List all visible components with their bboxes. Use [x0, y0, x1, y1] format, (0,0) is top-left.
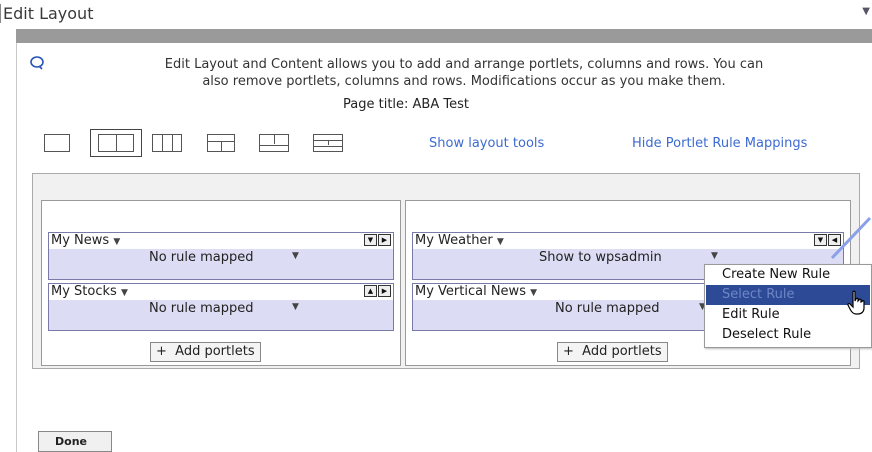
move-up-icon[interactable]: ▲ — [364, 285, 377, 297]
add-portlets-label: Add portlets — [582, 344, 662, 359]
hand-cursor-icon — [847, 290, 865, 315]
portlet-my-news: My News ▼ ▼ ▶ No rule mapped ▼ — [48, 232, 394, 280]
rule-chevron-icon[interactable]: ▼ — [711, 251, 718, 261]
window-title: Edit Layout — [0, 4, 93, 23]
done-button[interactable]: Done — [38, 431, 112, 452]
add-portlets-button[interactable]: + Add portlets — [557, 342, 668, 362]
callout-arrow — [830, 216, 872, 260]
page-title: Page title: ABA Test — [343, 97, 469, 112]
rule-band: No rule mapped ▼ — [49, 300, 393, 330]
portlet-menu-chevron-icon[interactable]: ▼ — [530, 288, 537, 298]
portlet-header: My News ▼ ▼ ▶ — [49, 233, 393, 249]
portlet-header: My Vertical News ▼ — [413, 284, 711, 300]
portlet-menu-chevron-icon[interactable]: ▼ — [121, 288, 128, 298]
info-message: Edit Layout and Content allows you to ad… — [64, 56, 864, 90]
move-right-icon[interactable]: ▶ — [378, 234, 391, 246]
portlet-my-stocks: My Stocks ▼ ▲ ▶ No rule mapped ▼ — [48, 283, 394, 331]
rule-band: No rule mapped ▼ — [413, 300, 711, 330]
header-band — [16, 29, 872, 43]
portlet-title: My Vertical News — [415, 284, 526, 299]
portlet-title: My Weather — [415, 233, 493, 248]
portlet-menu-chevron-icon[interactable]: ▼ — [113, 237, 120, 247]
portlet-header: My Stocks ▼ ▲ ▶ — [49, 284, 393, 300]
rule-value[interactable]: No rule mapped — [149, 250, 254, 265]
info-line-2: also remove portlets, columns and rows. … — [202, 74, 726, 89]
layout-top-two-column-icon[interactable] — [207, 134, 235, 152]
info-line-1: Edit Layout and Content allows you to ad… — [164, 57, 764, 72]
show-layout-tools-link[interactable]: Show layout tools — [429, 136, 544, 151]
collapse-chevron-icon[interactable]: ▼ — [862, 6, 870, 17]
portlet-title: My News — [51, 233, 110, 248]
portlet-title: My Stocks — [51, 284, 117, 299]
menu-item-deselect-rule[interactable]: Deselect Rule — [706, 325, 870, 345]
plus-icon: + — [563, 344, 574, 359]
hide-rule-mappings-link[interactable]: Hide Portlet Rule Mappings — [632, 136, 807, 151]
rule-chevron-icon[interactable]: ▼ — [292, 302, 299, 312]
portlet-menu-chevron-icon[interactable]: ▼ — [497, 237, 504, 247]
layout-split-row-icon[interactable] — [313, 134, 343, 152]
rule-value[interactable]: No rule mapped — [149, 301, 254, 316]
rule-value[interactable]: Show to wpsadmin — [539, 250, 662, 265]
layout-two-row-icon[interactable] — [259, 134, 289, 152]
title-bar: Edit Layout ▼ — [0, 0, 872, 28]
rule-value[interactable]: No rule mapped — [555, 301, 660, 316]
layout-three-column-icon[interactable] — [152, 134, 182, 152]
add-portlets-button[interactable]: + Add portlets — [150, 342, 261, 362]
layout-one-column-icon[interactable] — [44, 134, 70, 152]
add-portlets-label: Add portlets — [175, 344, 255, 359]
menu-item-create-new-rule[interactable]: Create New Rule — [706, 265, 870, 285]
column-left: My News ▼ ▼ ▶ No rule mapped ▼ My Stocks… — [41, 200, 401, 366]
move-right-icon[interactable]: ▶ — [378, 285, 391, 297]
plus-icon: + — [156, 344, 167, 359]
rule-band: No rule mapped ▼ — [49, 249, 393, 279]
layout-two-column-icon[interactable] — [98, 134, 134, 152]
portlet-my-vertical-news: My Vertical News ▼ No rule mapped ▼ — [412, 283, 712, 331]
portlet-header: My Weather ▼ ▼ ◀ — [413, 233, 843, 249]
left-border — [16, 43, 17, 452]
move-down-icon[interactable]: ▼ — [364, 234, 377, 246]
info-icon — [29, 55, 45, 71]
rule-chevron-icon[interactable]: ▼ — [292, 251, 299, 261]
